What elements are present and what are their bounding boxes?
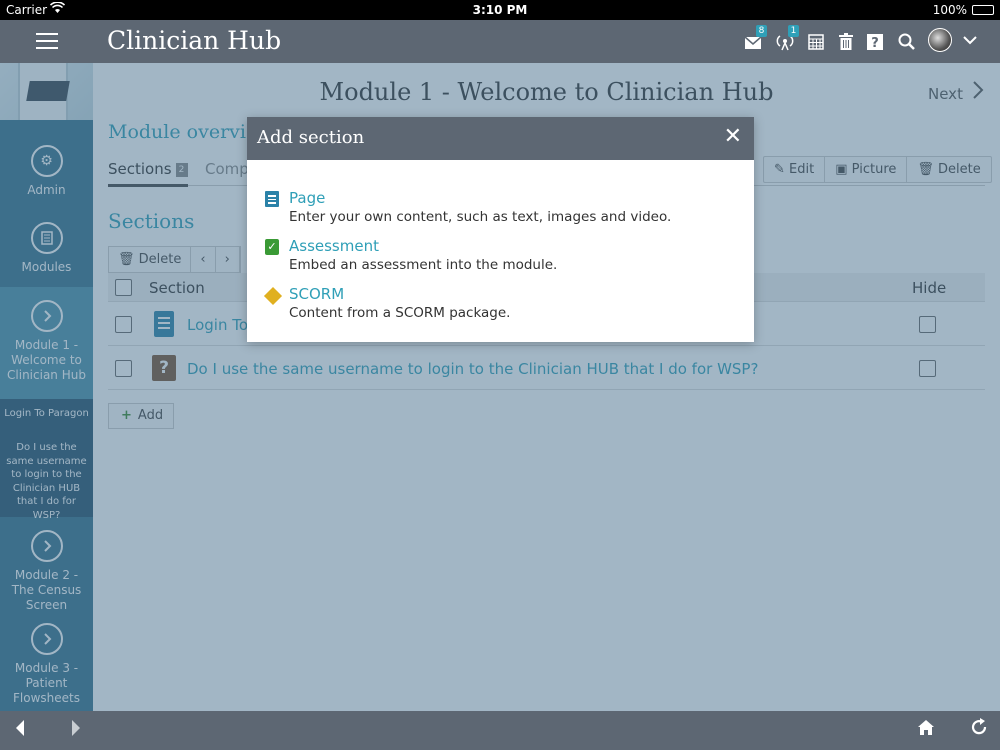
- app-title: Clinician Hub: [107, 26, 282, 55]
- bottom-toolbar: [0, 711, 1000, 750]
- chevron-down-icon[interactable]: [963, 30, 977, 49]
- forward-icon[interactable]: [70, 718, 82, 744]
- dialog-title: Add section: [257, 127, 365, 148]
- option-description: Embed an assessment into the module.: [289, 257, 558, 273]
- page-icon: [265, 191, 279, 207]
- battery-percent: 100%: [932, 3, 967, 17]
- dialog-header: Add section ✕: [247, 117, 754, 160]
- option-label[interactable]: Page: [289, 189, 325, 207]
- avatar[interactable]: [928, 28, 952, 52]
- help-icon[interactable]: ?: [862, 28, 888, 56]
- search-icon[interactable]: [893, 28, 919, 56]
- status-bar: Carrier 3:10 PM 100%: [0, 0, 1000, 20]
- package-icon: [263, 286, 283, 306]
- option-description: Content from a SCORM package.: [289, 305, 511, 321]
- reload-icon[interactable]: [969, 717, 989, 742]
- calendar-icon[interactable]: [803, 28, 829, 56]
- inbox-icon[interactable]: 8: [740, 25, 767, 56]
- checkbox-checked-icon: ✓: [265, 239, 279, 255]
- broadcast-badge: 1: [788, 25, 799, 37]
- menu-icon[interactable]: [36, 33, 58, 51]
- option-label[interactable]: SCORM: [289, 285, 344, 303]
- header-toolbar: 8 1 ?: [740, 25, 920, 56]
- inbox-badge: 8: [756, 25, 767, 37]
- svg-text:?: ?: [871, 36, 879, 50]
- option-assessment[interactable]: ✓ Assessment Embed an assessment into th…: [265, 237, 735, 277]
- add-section-dialog: Add section ✕ Page Enter your own conten…: [247, 117, 754, 342]
- option-label[interactable]: Assessment: [289, 237, 379, 255]
- close-icon[interactable]: ✕: [724, 124, 742, 149]
- home-icon[interactable]: [917, 719, 935, 741]
- back-icon[interactable]: [14, 718, 26, 744]
- option-scorm[interactable]: SCORM Content from a SCORM package.: [263, 285, 735, 325]
- option-description: Enter your own content, such as text, im…: [289, 209, 672, 225]
- broadcast-icon[interactable]: 1: [772, 25, 799, 56]
- clock: 3:10 PM: [472, 3, 528, 17]
- trash-icon[interactable]: [833, 28, 859, 56]
- option-page[interactable]: Page Enter your own content, such as tex…: [265, 189, 735, 229]
- battery-icon: [972, 5, 994, 15]
